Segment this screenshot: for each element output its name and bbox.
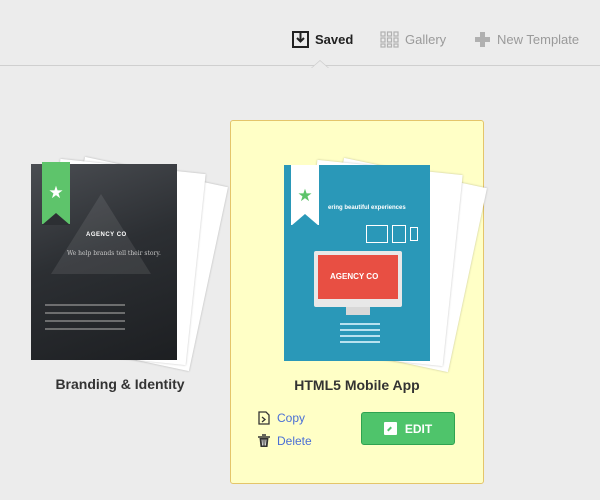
saved-icon [292,30,309,48]
edit-label: EDIT [404,421,433,436]
cover-brand: AGENCY CO [330,272,379,281]
gallery-icon [380,30,399,48]
nav-saved-label: Saved [315,31,354,47]
laptop-graphic [392,225,406,243]
delete-label: Delete [277,434,312,448]
cover-tagline: We help brands tell their story. [67,250,161,257]
nav-new-template-label: New Template [497,31,580,47]
template-thumbnail-stack[interactable]: ering beautiful experiences AGENCY CO ★ [281,157,487,373]
favorite-ribbon[interactable]: ★ [42,162,70,225]
cover-text-lines [45,304,125,336]
star-icon: ★ [48,183,64,202]
edit-button[interactable]: EDIT [361,412,455,445]
copy-icon [258,411,270,425]
tablet-graphic [366,225,388,243]
nav-gallery-label: Gallery [405,31,447,47]
edit-icon [383,422,397,435]
copy-action[interactable]: Copy [257,411,305,425]
phone-graphic [410,227,418,241]
template-title[interactable]: HTML5 Mobile App [231,377,483,393]
favorite-ribbon[interactable]: ★ [291,165,319,226]
template-card-branding[interactable]: AGENCY CO We help brands tell their stor… [20,120,228,484]
top-navigation: Saved Gallery New Template [0,0,600,68]
trash-icon [258,434,270,447]
cover-brand: AGENCY CO [86,232,127,238]
template-thumbnail-stack[interactable]: AGENCY CO We help brands tell their stor… [28,156,228,372]
plus-icon [475,31,490,47]
cover-text-lines [340,323,380,347]
delete-action[interactable]: Delete [257,434,312,448]
monitor-graphic: AGENCY CO [314,251,402,307]
copy-label: Copy [277,411,306,425]
star-icon: ★ [297,186,313,205]
template-title[interactable]: Branding & Identity [20,376,220,392]
nav-saved[interactable]: Saved [292,30,353,48]
monitor-stand [346,307,370,315]
active-tab-caret [311,60,329,68]
nav-new-template[interactable]: New Template [474,30,579,48]
cover-heading: ering beautiful experiences [328,205,406,211]
nav-gallery[interactable]: Gallery [380,30,446,48]
template-card-html5-mobile-app[interactable]: ering beautiful experiences AGENCY CO ★ … [230,120,487,484]
